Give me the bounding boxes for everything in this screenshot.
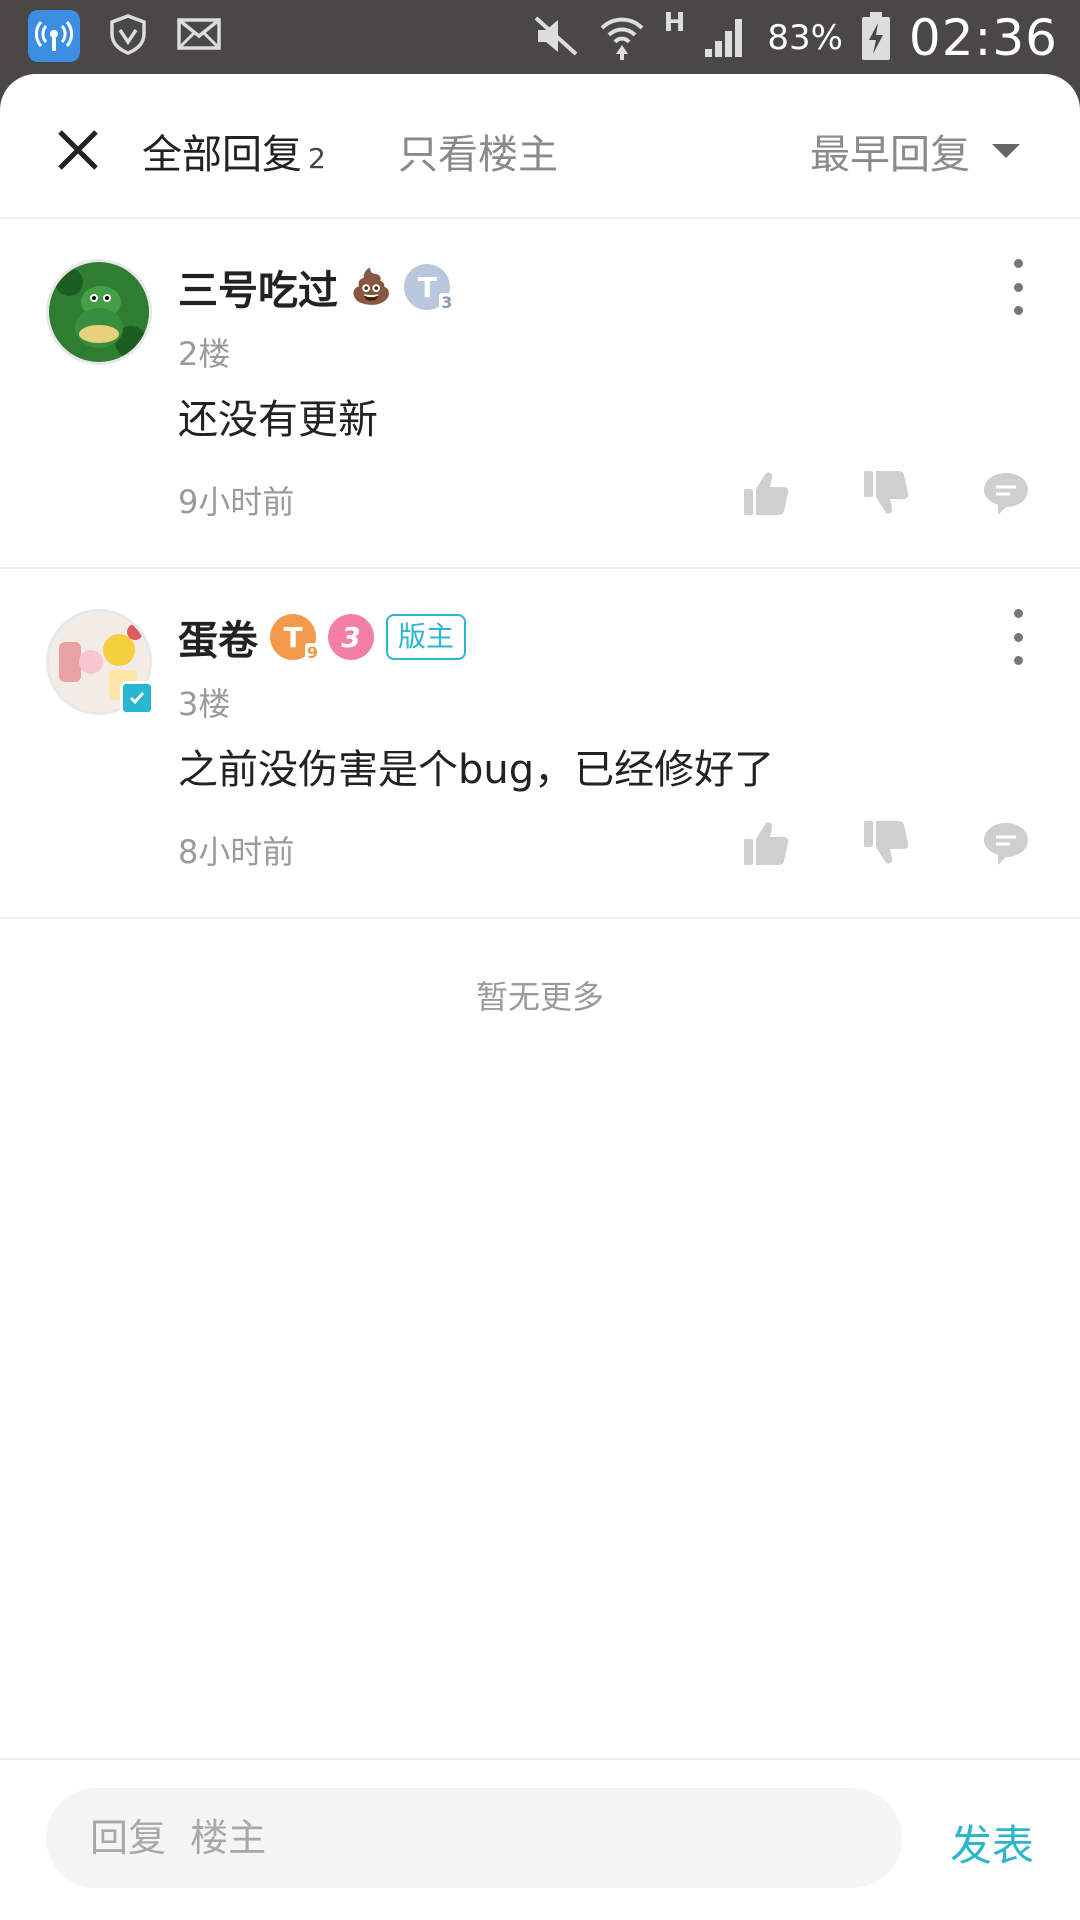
tab-owner-only[interactable]: 只看楼主 [398, 122, 558, 180]
status-bar-system: H 83% 02:36 [532, 0, 1058, 76]
floor-number: 2楼 [178, 335, 231, 373]
level-number: 3 [439, 293, 455, 312]
reply-time: 8小时前 [178, 833, 295, 871]
reply-content: 之前没伤害是个bug，已经修好了 [178, 747, 775, 793]
dot [1013, 656, 1023, 665]
thumbs-down-icon[interactable] [862, 469, 910, 517]
more-options-button[interactable] [1006, 609, 1030, 665]
network-type-label: H [663, 8, 686, 38]
close-icon [58, 130, 98, 170]
status-bar-notifications [28, 10, 222, 62]
reply-actions [742, 819, 1030, 867]
user-info-row: 三号吃过 💩 T 3 [178, 258, 455, 316]
reply-time: 9小时前 [178, 483, 295, 521]
shield-icon [106, 12, 150, 60]
wifi-icon [598, 12, 646, 64]
dot [1013, 609, 1023, 618]
member-badge: 3 [328, 614, 374, 660]
sort-label: 最早回复 [810, 132, 970, 178]
replies-header: 全部回复 2 只看楼主 最早回复 [0, 74, 1080, 219]
level-badge: T 9 [270, 614, 320, 662]
thumbs-up-icon[interactable] [742, 469, 790, 517]
battery-charging-icon [861, 11, 891, 65]
dot [1013, 632, 1023, 642]
user-info-row: 蛋卷 T 9 3 版主 [178, 608, 467, 666]
mail-icon [176, 16, 222, 56]
avatar-image [46, 259, 152, 365]
clock: 02:36 [908, 9, 1058, 67]
reply-item: 三号吃过 💩 T 3 2楼 还没有更新 9小时前 [0, 219, 1080, 569]
poop-emoji: 💩 [350, 267, 393, 307]
tab-all-replies-count: 2 [308, 142, 326, 175]
send-button[interactable]: 发表 [950, 1812, 1034, 1873]
hotspot-app-icon [28, 10, 80, 62]
status-bar: H 83% 02:36 [0, 0, 1080, 76]
tab-all-replies[interactable]: 全部回复 2 [142, 122, 326, 180]
caret-down-icon [992, 144, 1020, 158]
dot [1013, 282, 1023, 292]
username[interactable]: 三号吃过 [178, 258, 338, 316]
reply-composer: 发表 [0, 1758, 1080, 1920]
comment-icon[interactable] [982, 819, 1030, 867]
level-number: 9 [304, 643, 320, 662]
username[interactable]: 蛋卷 [178, 608, 258, 666]
dot [1013, 306, 1023, 315]
sort-dropdown[interactable]: 最早回复 [810, 122, 1020, 180]
avatar[interactable] [46, 259, 152, 365]
moderator-badge: 版主 [386, 614, 467, 660]
reply-input[interactable] [46, 1788, 902, 1888]
thumbs-up-icon[interactable] [742, 819, 790, 867]
level-badge: T 3 [404, 264, 455, 312]
comment-icon[interactable] [982, 469, 1030, 517]
reply-content: 还没有更新 [178, 397, 378, 443]
floor-number: 3楼 [178, 685, 231, 723]
reply-actions [742, 469, 1030, 517]
signal-icon [703, 13, 749, 63]
close-button[interactable] [50, 122, 106, 178]
no-more-label: 暂无更多 [475, 978, 604, 1016]
mute-icon [532, 14, 580, 62]
battery-percentage: 83% [767, 18, 843, 58]
tab-all-replies-label: 全部回复 [142, 132, 302, 178]
reply-item: 蛋卷 T 9 3 版主 3楼 之前没伤害是个bug，已经修好了 8小时前 [0, 569, 1080, 919]
replies-sheet: 全部回复 2 只看楼主 最早回复 三号吃过 💩 T 3 2楼 还没有更新 9小时… [0, 74, 1080, 1920]
verified-badge-icon [120, 681, 154, 715]
thumbs-down-icon[interactable] [862, 819, 910, 867]
avatar[interactable] [46, 609, 154, 715]
more-options-button[interactable] [1006, 259, 1030, 315]
dot [1013, 259, 1023, 268]
